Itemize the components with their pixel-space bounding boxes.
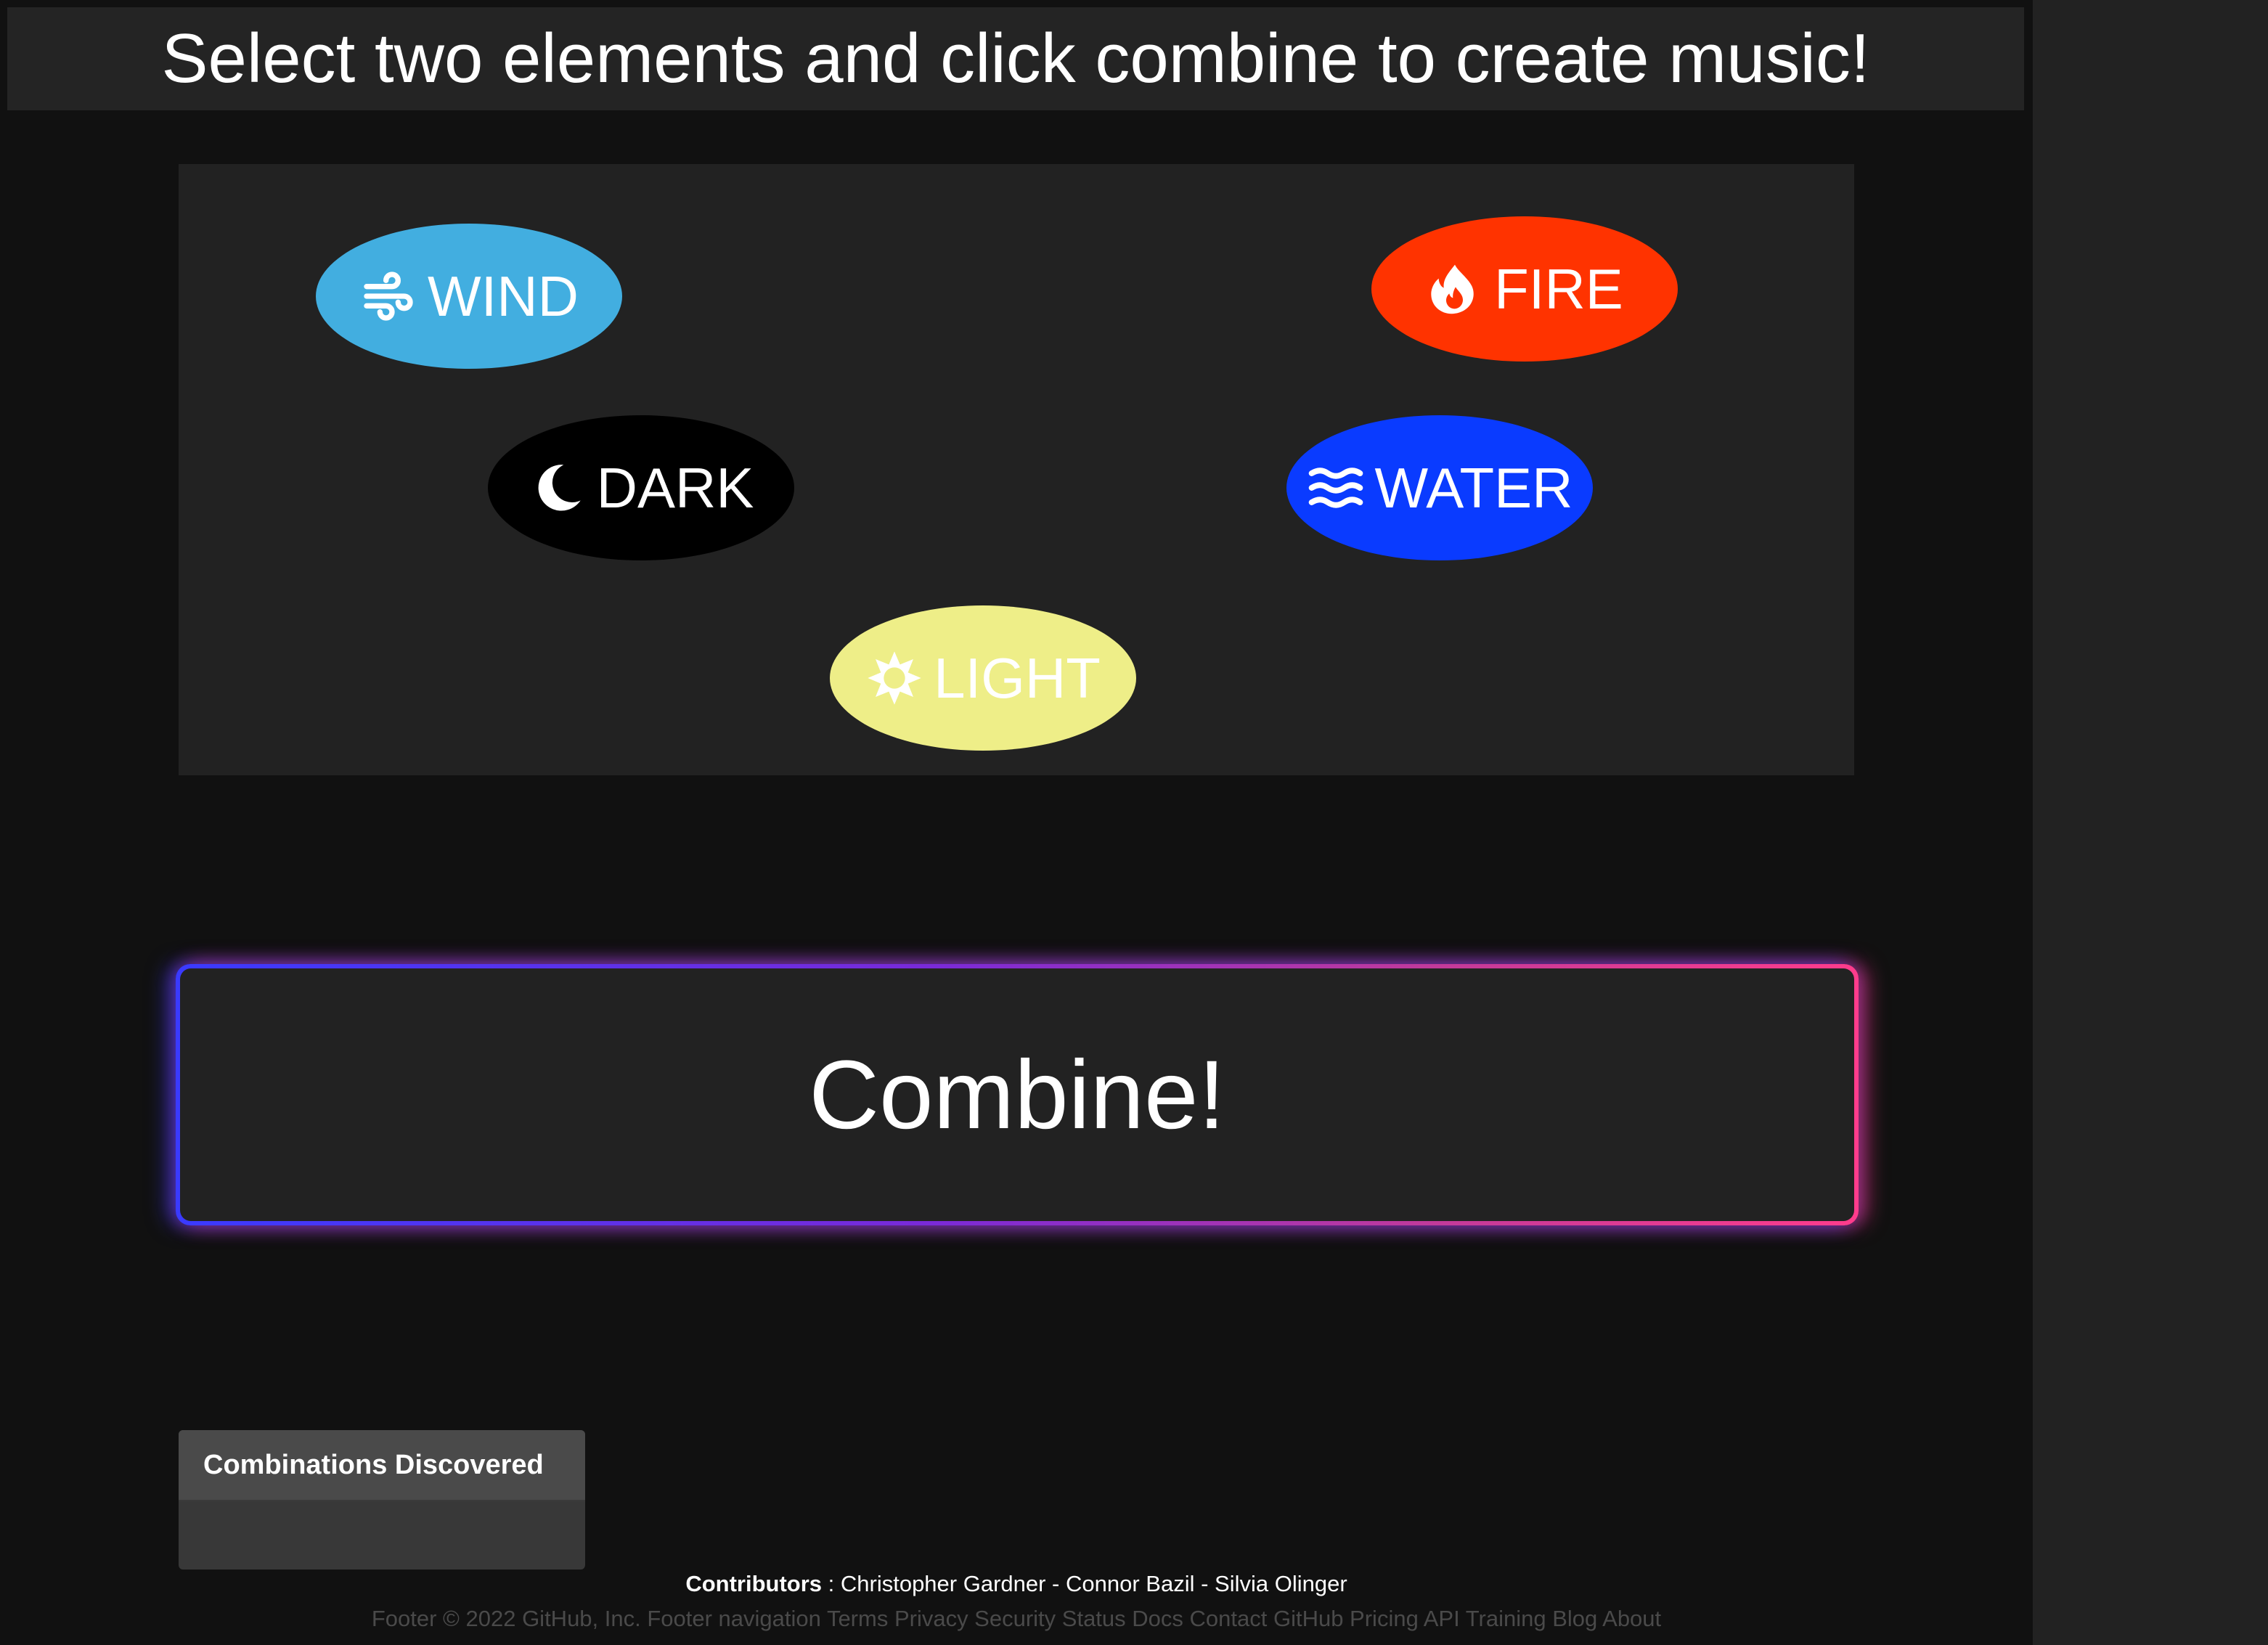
element-water[interactable]: WATER bbox=[1286, 415, 1593, 560]
combinations-panel: Combinations Discovered bbox=[179, 1430, 585, 1570]
combine-button[interactable]: Combine! bbox=[180, 968, 1854, 1221]
combine-button-label: Combine! bbox=[809, 1040, 1225, 1149]
element-fire[interactable]: FIRE bbox=[1371, 216, 1678, 362]
elements-board: WIND FIRE DARK WATER LIGHT bbox=[179, 164, 1854, 775]
fire-icon bbox=[1426, 260, 1484, 318]
footer: Footer © 2022 GitHub, Inc. Footer naviga… bbox=[0, 1606, 2033, 1632]
combinations-title-text: Combinations Discovered bbox=[203, 1449, 544, 1480]
element-fire-label: FIRE bbox=[1494, 256, 1623, 321]
page-title-text: Select two elements and click combine to… bbox=[161, 20, 1870, 97]
element-light-label: LIGHT bbox=[934, 645, 1101, 710]
wind-icon bbox=[359, 267, 417, 325]
page-title: Select two elements and click combine to… bbox=[7, 7, 2024, 110]
side-panel bbox=[2033, 0, 2268, 1645]
element-wind[interactable]: WIND bbox=[316, 224, 622, 369]
contributors-names: Christopher Gardner - Connor Bazil - Sil… bbox=[840, 1571, 1347, 1596]
waves-icon bbox=[1307, 459, 1365, 517]
footer-text: Footer © 2022 GitHub, Inc. Footer naviga… bbox=[371, 1606, 1662, 1631]
combinations-title: Combinations Discovered bbox=[179, 1430, 585, 1501]
moon-icon bbox=[529, 459, 587, 517]
element-water-label: WATER bbox=[1374, 455, 1573, 520]
element-dark-label: DARK bbox=[596, 455, 754, 520]
element-dark[interactable]: DARK bbox=[488, 415, 794, 560]
element-wind-label: WIND bbox=[428, 264, 579, 328]
sun-icon bbox=[865, 649, 923, 707]
contributors-label: Contributors bbox=[685, 1571, 823, 1596]
combine-glow: Combine! bbox=[176, 964, 1859, 1225]
contributors-line: Contributors : Christopher Gardner - Con… bbox=[0, 1571, 2033, 1597]
contributors-separator: : bbox=[822, 1571, 841, 1596]
element-light[interactable]: LIGHT bbox=[830, 605, 1136, 751]
